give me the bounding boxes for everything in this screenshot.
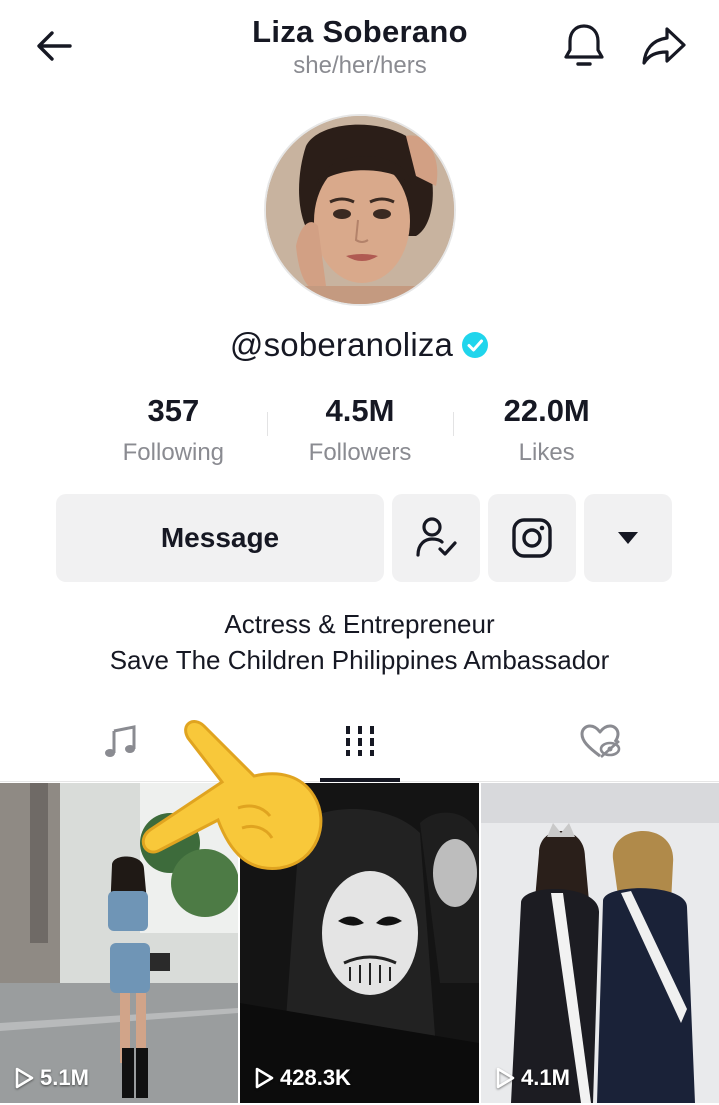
profile-header: Liza Soberano she/her/hers [160, 12, 560, 81]
stat-likes[interactable]: 22.0M Likes [453, 390, 640, 470]
bell-icon [564, 24, 604, 66]
username-handle: @soberanoliza [229, 326, 454, 363]
bio-line: Save The Children Philippines Ambassador [109, 645, 610, 675]
stat-followers[interactable]: 4.5M Followers [266, 390, 454, 470]
arrow-left-icon [37, 31, 72, 61]
top-bar: Liza Soberano she/her/hers [0, 0, 719, 100]
view-count-text: 428.3K [280, 1065, 351, 1090]
profile-stats: 357 Following 4.5M Followers 22.0M Likes [80, 390, 640, 470]
view-count-text: 4.1M [521, 1065, 570, 1090]
pointing-hand-emoji [141, 720, 323, 870]
view-count: 5.1M [14, 1065, 89, 1091]
instagram-icon [512, 518, 552, 558]
stat-value: 4.5M [325, 393, 395, 428]
play-icon [496, 1067, 515, 1089]
profile-bio: Actress & Entrepreneur Save The Children… [0, 606, 719, 678]
stat-label: Likes [518, 439, 575, 466]
share-button[interactable] [638, 20, 690, 72]
avatar-image [266, 116, 454, 304]
followed-user-icon [416, 517, 457, 557]
following-button[interactable] [392, 494, 480, 582]
tab-liked[interactable] [540, 700, 660, 782]
handle-row: @soberanoliza [0, 320, 719, 370]
message-button[interactable]: Message [56, 494, 384, 582]
view-count: 4.1M [495, 1065, 570, 1091]
verified-badge-icon [462, 332, 489, 358]
grid-videos-icon [346, 726, 374, 756]
play-icon [255, 1067, 274, 1089]
view-count: 428.3K [254, 1065, 351, 1091]
more-options-button[interactable] [584, 494, 672, 582]
video-thumbnail[interactable]: 4.1M [481, 783, 719, 1103]
pronouns: she/her/hers [293, 52, 427, 79]
share-arrow-icon [642, 27, 686, 65]
play-icon [15, 1067, 34, 1089]
view-count-text: 5.1M [40, 1065, 89, 1090]
stat-following[interactable]: 357 Following [80, 390, 267, 470]
stat-value: 22.0M [503, 393, 590, 428]
video-thumbnail-image [481, 783, 719, 1103]
profile-name: Liza Soberano [252, 14, 468, 49]
notifications-button[interactable] [560, 20, 608, 72]
stat-value: 357 [147, 393, 200, 428]
profile-tabs [0, 700, 719, 782]
profile-avatar[interactable] [264, 114, 456, 306]
stat-label: Followers [308, 439, 412, 466]
back-button[interactable] [30, 22, 78, 70]
bio-line: Actress & Entrepreneur [224, 609, 495, 639]
hidden-likes-icon [580, 724, 621, 758]
stat-label: Following [122, 439, 225, 466]
video-grid: 5.1M 428.3K 4.1M [0, 783, 719, 1105]
dropdown-triangle-icon [618, 532, 638, 544]
profile-actions: Message [56, 494, 672, 582]
instagram-button[interactable] [488, 494, 576, 582]
active-tab-indicator [320, 778, 400, 782]
